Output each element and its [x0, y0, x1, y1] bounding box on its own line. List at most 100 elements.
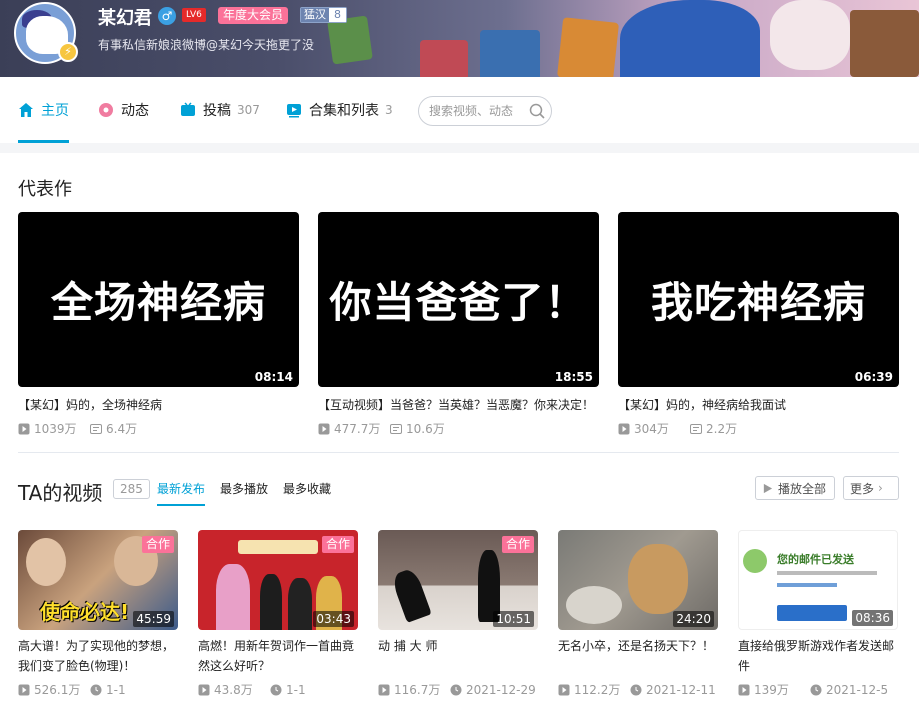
- tab-dynamic[interactable]: 动态: [98, 77, 149, 143]
- play-count: 112.2万: [574, 683, 621, 697]
- flower-icon: [99, 103, 113, 117]
- sort-tab-most-favorited[interactable]: 最多收藏: [283, 480, 331, 497]
- vip-badge[interactable]: 年度大会员: [218, 7, 289, 24]
- collab-tag: 合作: [141, 536, 174, 553]
- video-duration: 08:36: [852, 610, 893, 626]
- representative-card[interactable]: 全场神经病 08:14 【某幻】妈的，全场神经病 1039万 6.4万: [18, 212, 299, 437]
- clock-icon: [270, 684, 282, 695]
- play-count-icon: [18, 423, 30, 434]
- banner-text-decoration: [238, 540, 318, 554]
- tab-home[interactable]: 主页: [18, 77, 69, 143]
- video-thumbnail[interactable]: 使命必达! 合作 45:59: [18, 530, 178, 630]
- gift-box-decoration: [557, 17, 619, 77]
- more-button[interactable]: 更多 ›: [843, 476, 899, 500]
- tv-icon: [181, 102, 195, 116]
- play-count-icon: [618, 423, 630, 434]
- publish-date: 2021-12-29: [466, 682, 536, 697]
- person-figure: [288, 578, 312, 630]
- play-all-button[interactable]: 播放全部: [755, 476, 835, 500]
- video-stats: 526.1万 1-1: [18, 681, 178, 698]
- tab-collections-count: 3: [385, 103, 393, 117]
- chevron-right-icon: ›: [878, 481, 883, 495]
- play-count-icon: [198, 684, 210, 695]
- play-all-label: 播放全部: [778, 481, 827, 496]
- fan-medal-level: 8: [329, 8, 346, 22]
- tab-uploads-count: 307: [237, 103, 260, 117]
- search-input[interactable]: [429, 104, 527, 118]
- video-title[interactable]: 直接给俄罗斯游戏作者发送邮件: [738, 636, 898, 676]
- section-gap: [0, 143, 919, 153]
- video-title[interactable]: 高大谱！为了实现他的梦想，我们变了脸色(物理)！: [18, 636, 178, 676]
- tab-collections-label: 合集和列表: [309, 103, 379, 119]
- space-page: ⚡ 某幻君 ♂ LV6 年度大会员 猛汉 8 有事私信新娘浪微博@某幻今天拖更了…: [0, 0, 919, 706]
- tab-home-label: 主页: [41, 103, 69, 119]
- video-stats: 116.7万 2021-12-29: [378, 681, 538, 698]
- fan-medal[interactable]: 猛汉 8: [300, 7, 347, 23]
- tab-uploads-label: 投稿: [203, 103, 231, 119]
- video-card[interactable]: 合作 03:43 高燃！用新年贺词作一首曲竟然这么好听？ 43.8万 1-1: [198, 530, 358, 698]
- video-thumbnail[interactable]: 24:20: [558, 530, 718, 630]
- publish-date: 1-1: [106, 682, 126, 697]
- video-duration: 03:43: [313, 611, 354, 627]
- gift-box-decoration: [850, 10, 919, 77]
- thumbnail-caption: 您的邮件已发送: [777, 553, 854, 566]
- video-stats: 139万 2021-12-5: [738, 681, 898, 698]
- representative-card[interactable]: 你当爸爸了！ 18:55 【互动视频】当爸爸？当英雄？当恶魔？你来决定！ 477…: [318, 212, 599, 437]
- play-count-icon: [18, 684, 30, 695]
- video-thumbnail[interactable]: 我吃神经病 06:39: [618, 212, 899, 387]
- play-count: 304万: [634, 422, 669, 436]
- publish-date: 2021-12-5: [826, 682, 889, 697]
- representative-title: 代表作: [18, 179, 72, 200]
- male-gender-icon: ♂: [158, 7, 176, 25]
- video-title[interactable]: 【某幻】妈的，全场神经病: [18, 396, 299, 413]
- profile-banner: ⚡ 某幻君 ♂ LV6 年度大会员 猛汉 8 有事私信新娘浪微博@某幻今天拖更了…: [0, 0, 919, 77]
- video-thumbnail[interactable]: 您的邮件已发送 08:36: [738, 530, 898, 630]
- search-icon[interactable]: [529, 103, 545, 119]
- video-card[interactable]: 24:20 无名小卒，还是名扬天下？！ 112.2万 2021-12-11: [558, 530, 718, 698]
- collab-tag: 合作: [321, 536, 354, 553]
- video-card[interactable]: 您的邮件已发送 08:36 直接给俄罗斯游戏作者发送邮件 139万 2021-1…: [738, 530, 898, 698]
- danmaku-icon: [690, 423, 702, 434]
- character-illustration: [620, 0, 760, 77]
- video-thumbnail[interactable]: 你当爸爸了！ 18:55: [318, 212, 599, 387]
- representative-card[interactable]: 我吃神经病 06:39 【某幻】妈的，神经病给我面试 304万 2.2万: [618, 212, 899, 437]
- danmaku-count: 6.4万: [106, 422, 138, 436]
- play-count: 477.7万: [334, 422, 381, 436]
- video-title[interactable]: 高燃！用新年贺词作一首曲竟然这么好听？: [198, 636, 358, 676]
- text-line-decoration: [777, 571, 877, 575]
- video-title[interactable]: 【某幻】妈的，神经病给我面试: [618, 396, 899, 413]
- video-thumbnail[interactable]: 合作 03:43: [198, 530, 358, 630]
- danmaku-count: 2.2万: [706, 422, 738, 436]
- username: 某幻君: [98, 8, 152, 29]
- video-stats: 43.8万 1-1: [198, 681, 358, 698]
- video-thumbnail[interactable]: 全场神经病 08:14: [18, 212, 299, 387]
- video-title[interactable]: 【互动视频】当爸爸？当英雄？当恶魔？你来决定！: [318, 396, 599, 413]
- tab-uploads[interactable]: 投稿 307: [180, 77, 260, 143]
- clock-icon: [90, 684, 102, 695]
- video-duration: 06:39: [854, 370, 893, 384]
- video-card[interactable]: 合作 10:51 动 捕 大 师 116.7万 2021-12-29: [378, 530, 538, 698]
- videos-count-badge: 285: [113, 479, 150, 499]
- clock-icon: [630, 684, 642, 695]
- video-stats: 477.7万 10.6万: [318, 420, 599, 437]
- video-duration: 24:20: [673, 611, 714, 627]
- dog-figure: [628, 544, 688, 614]
- clock-icon: [450, 684, 462, 695]
- publish-date: 2021-12-11: [646, 682, 716, 697]
- gift-box-decoration: [480, 30, 540, 77]
- video-title[interactable]: 无名小卒，还是名扬天下？！: [558, 636, 718, 676]
- video-card[interactable]: 使命必达! 合作 45:59 高大谱！为了实现他的梦想，我们变了脸色(物理)！ …: [18, 530, 178, 698]
- videos-section-title: TA的视频: [18, 481, 103, 505]
- verified-badge-icon: ⚡: [58, 42, 78, 62]
- tab-collections[interactable]: 合集和列表 3: [286, 77, 393, 143]
- goose-figure: [566, 586, 622, 624]
- home-icon: [19, 103, 33, 117]
- space-search: [418, 96, 552, 126]
- sort-tab-most-played[interactable]: 最多播放: [220, 480, 268, 497]
- video-title[interactable]: 动 捕 大 师: [378, 636, 538, 676]
- video-thumbnail[interactable]: 合作 10:51: [378, 530, 538, 630]
- play-count-icon: [378, 684, 390, 695]
- more-label: 更多: [850, 481, 875, 496]
- sort-tab-latest[interactable]: 最新发布: [157, 480, 206, 506]
- tab-dynamic-label: 动态: [121, 103, 149, 119]
